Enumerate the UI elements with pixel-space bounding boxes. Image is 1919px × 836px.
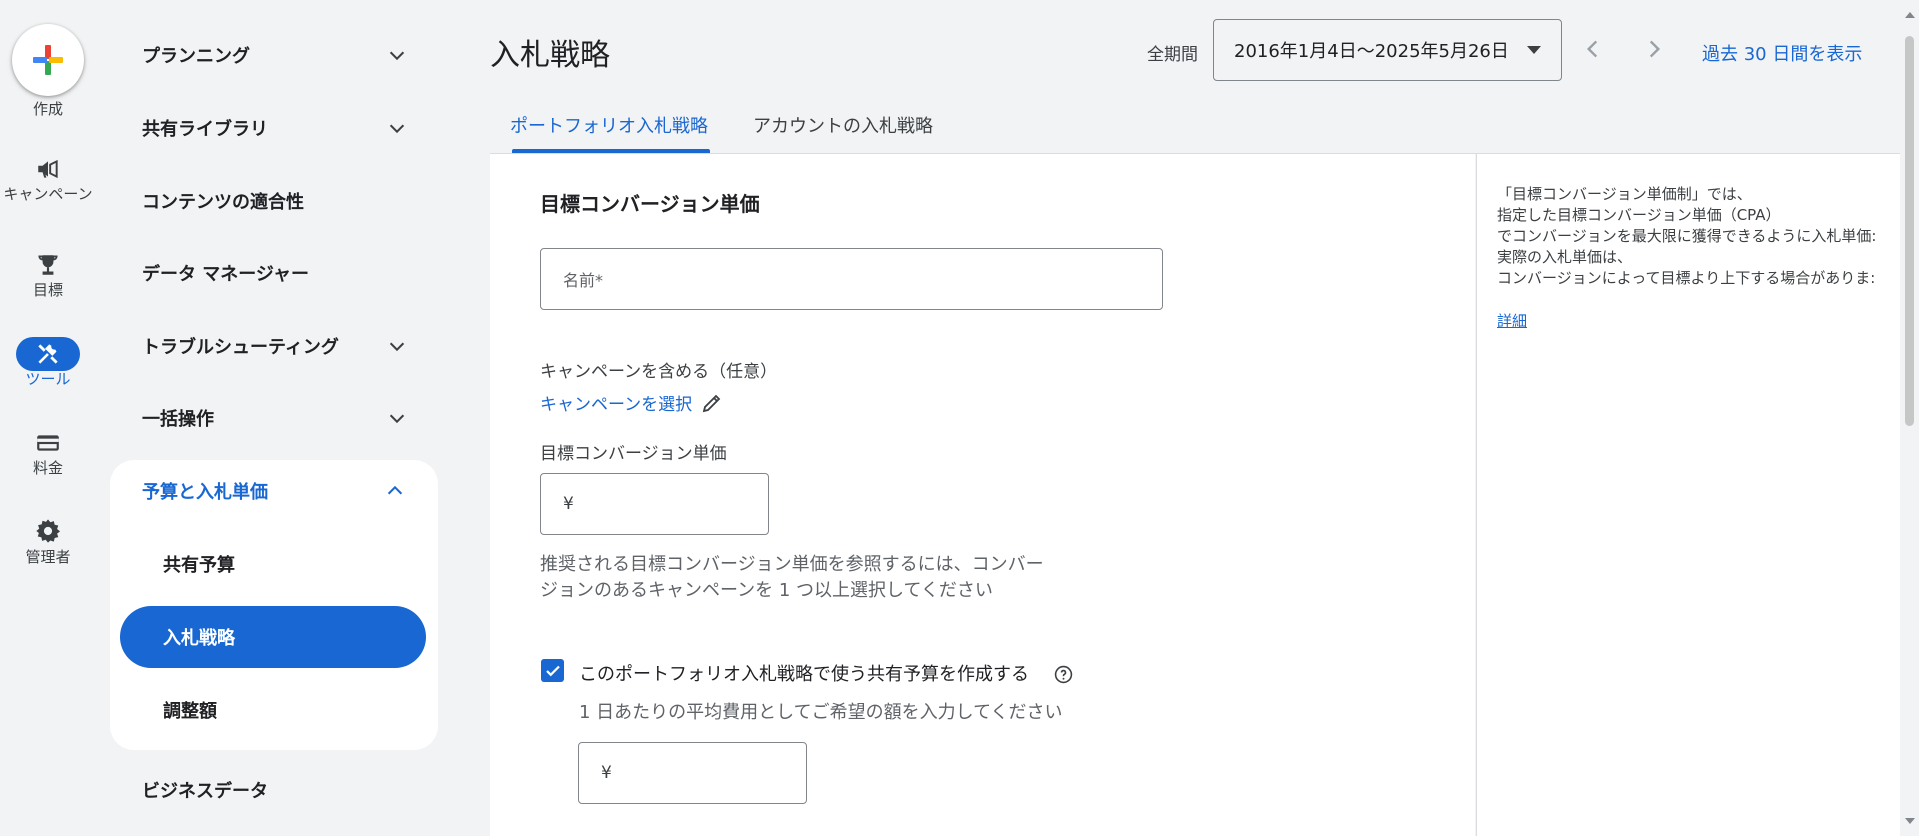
rail-item-tools[interactable]: ツール xyxy=(0,337,96,388)
nav-group-label: 予算と入札単価 xyxy=(142,482,268,503)
nav-label-content-suitability: コンテンツの適合性 xyxy=(142,192,304,213)
nav-item-planning[interactable]: プランニング xyxy=(110,24,440,86)
nav-label-planning: プランニング xyxy=(142,46,250,67)
show-last-30-days-button[interactable]: 過去 30 日間を表示 xyxy=(1702,40,1862,66)
chevron-right-icon[interactable] xyxy=(1641,36,1667,62)
tab-account-bid-strategies[interactable]: アカウントの入札戦略 xyxy=(753,112,933,138)
checkmark-icon xyxy=(545,665,560,676)
nav-label-bulk-actions: 一括操作 xyxy=(142,409,214,430)
rail-item-campaigns[interactable]: キャンペーン xyxy=(0,152,96,203)
select-campaigns-text: キャンペーンを選択 xyxy=(540,395,693,415)
select-campaigns-link[interactable]: キャンペーンを選択 xyxy=(540,390,724,415)
help-line-5: コンバージョンによって目標より上下する場合がありま: xyxy=(1497,269,1876,287)
chevron-up-icon xyxy=(387,485,403,495)
page-title: 入札戦略 xyxy=(490,38,610,73)
name-input[interactable]: 名前* xyxy=(540,248,1163,310)
chevron-left-icon[interactable] xyxy=(1580,36,1606,62)
chevron-down-icon xyxy=(389,124,405,134)
shared-budget-input[interactable]: ¥ xyxy=(578,742,807,804)
help-text: 「目標コンバージョン単価制」では、 指定した目標コンバージョン単価（CPA） で… xyxy=(1497,184,1901,289)
rail-item-admin[interactable]: 管理者 xyxy=(0,514,96,566)
nav-subitem-bid-strategies[interactable]: 入札戦略 xyxy=(120,606,426,668)
rail-item-billing[interactable]: 料金 xyxy=(0,426,96,477)
scrollbar-thumb[interactable] xyxy=(1905,36,1914,426)
date-range-value: 2016年1月4日〜2025年5月26日 xyxy=(1234,41,1509,62)
dropdown-arrow-icon xyxy=(1527,46,1541,54)
nav-item-data-manager[interactable]: データ マネージャー xyxy=(110,242,440,304)
target-cpa-helper-text: 推奨される目標コンバージョン単価を参照するには、コンバー ジョンのあるキャンペー… xyxy=(540,552,1080,604)
trophy-icon xyxy=(16,248,80,282)
nav-subitem-adjustments[interactable]: 調整額 xyxy=(120,679,426,741)
rail-label-admin: 管理者 xyxy=(25,548,71,566)
create-button[interactable] xyxy=(12,24,84,96)
nav-item-bulk-actions[interactable]: 一括操作 xyxy=(110,387,440,449)
help-icon[interactable] xyxy=(1054,665,1073,684)
shared-budget-checkbox[interactable] xyxy=(541,659,564,682)
helper-line-2: ジョンのあるキャンペーンを 1 つ以上選択してください xyxy=(540,580,993,601)
rail-label-billing: 料金 xyxy=(32,459,63,477)
left-rail: 作成 キャンペーン 目標 ツール 料金 管理者 xyxy=(0,0,96,836)
target-cpa-currency: ¥ xyxy=(563,494,574,514)
nav-group-header[interactable]: 予算と入札単価 xyxy=(110,460,438,522)
shared-budget-currency: ¥ xyxy=(601,763,612,783)
include-campaigns-label: キャンペーンを含める（任意） xyxy=(540,362,778,382)
page-scrollbar[interactable] xyxy=(1900,0,1919,836)
help-line-4: 実際の入札単価は、 xyxy=(1497,248,1633,266)
section-title: 目標コンバージョン単価 xyxy=(540,192,760,216)
credit-card-icon xyxy=(16,426,80,460)
nav-label-data-manager: データ マネージャー xyxy=(142,264,310,285)
help-side-panel: 「目標コンバージョン単価制」では、 指定した目標コンバージョン単価（CPA） で… xyxy=(1476,154,1901,836)
nav-label-shared-library: 共有ライブラリ xyxy=(142,119,268,140)
scroll-up-arrow-icon[interactable] xyxy=(1905,12,1915,18)
tab-portfolio-bid-strategies[interactable]: ポートフォリオ入札戦略 xyxy=(510,112,708,138)
nav-item-troubleshooting[interactable]: トラブルシューティング xyxy=(110,315,440,377)
megaphone-icon xyxy=(16,152,80,186)
rail-label-campaigns: キャンペーン xyxy=(3,185,93,203)
nav-label-troubleshooting: トラブルシューティング xyxy=(142,337,339,358)
shared-budget-checkbox-label: このポートフォリオ入札戦略で使う共有予算を作成する xyxy=(579,664,1029,685)
chevron-down-icon xyxy=(389,414,405,424)
create-label: 作成 xyxy=(32,100,63,118)
nav-label-business-data: ビジネスデータ xyxy=(142,781,268,802)
tools-icon xyxy=(16,337,80,371)
gear-icon xyxy=(16,514,80,548)
scroll-down-arrow-icon[interactable] xyxy=(1905,818,1915,824)
helper-line-1: 推奨される目標コンバージョン単価を参照するには、コンバー xyxy=(540,554,1044,575)
rail-item-goals[interactable]: 目標 xyxy=(0,248,96,299)
help-line-3: でコンバージョンを最大限に獲得できるように入札単価: xyxy=(1497,227,1877,245)
help-line-1: 「目標コンバージョン単価制」では、 xyxy=(1497,185,1752,203)
target-cpa-label: 目標コンバージョン単価 xyxy=(540,444,727,464)
pencil-icon xyxy=(702,394,721,412)
shared-budget-subtext: 1 日あたりの平均費用としてご希望の額を入力してください xyxy=(579,702,1063,723)
nav-item-business-data[interactable]: ビジネスデータ xyxy=(110,759,440,821)
name-input-placeholder: 名前* xyxy=(563,271,604,290)
plus-icon xyxy=(33,45,63,75)
period-label: 全期間 xyxy=(1147,45,1198,65)
details-link[interactable]: 詳細 xyxy=(1497,310,1527,331)
nav-group-budgets-bids: 予算と入札単価 共有予算 入札戦略 調整額 xyxy=(110,460,438,750)
nav-item-content-suitability[interactable]: コンテンツの適合性 xyxy=(110,170,440,232)
nav-subitem-shared-budgets[interactable]: 共有予算 xyxy=(120,533,426,595)
target-cpa-input[interactable]: ¥ xyxy=(540,473,769,535)
chevron-down-icon xyxy=(389,51,405,61)
chevron-down-icon xyxy=(389,342,405,352)
rail-label-tools: ツール xyxy=(25,370,71,388)
help-line-2: 指定した目標コンバージョン単価（CPA） xyxy=(1497,206,1781,224)
nav-item-shared-library[interactable]: 共有ライブラリ xyxy=(110,97,440,159)
rail-label-goals: 目標 xyxy=(32,281,63,299)
date-range-select[interactable]: 2016年1月4日〜2025年5月26日 xyxy=(1213,19,1562,81)
